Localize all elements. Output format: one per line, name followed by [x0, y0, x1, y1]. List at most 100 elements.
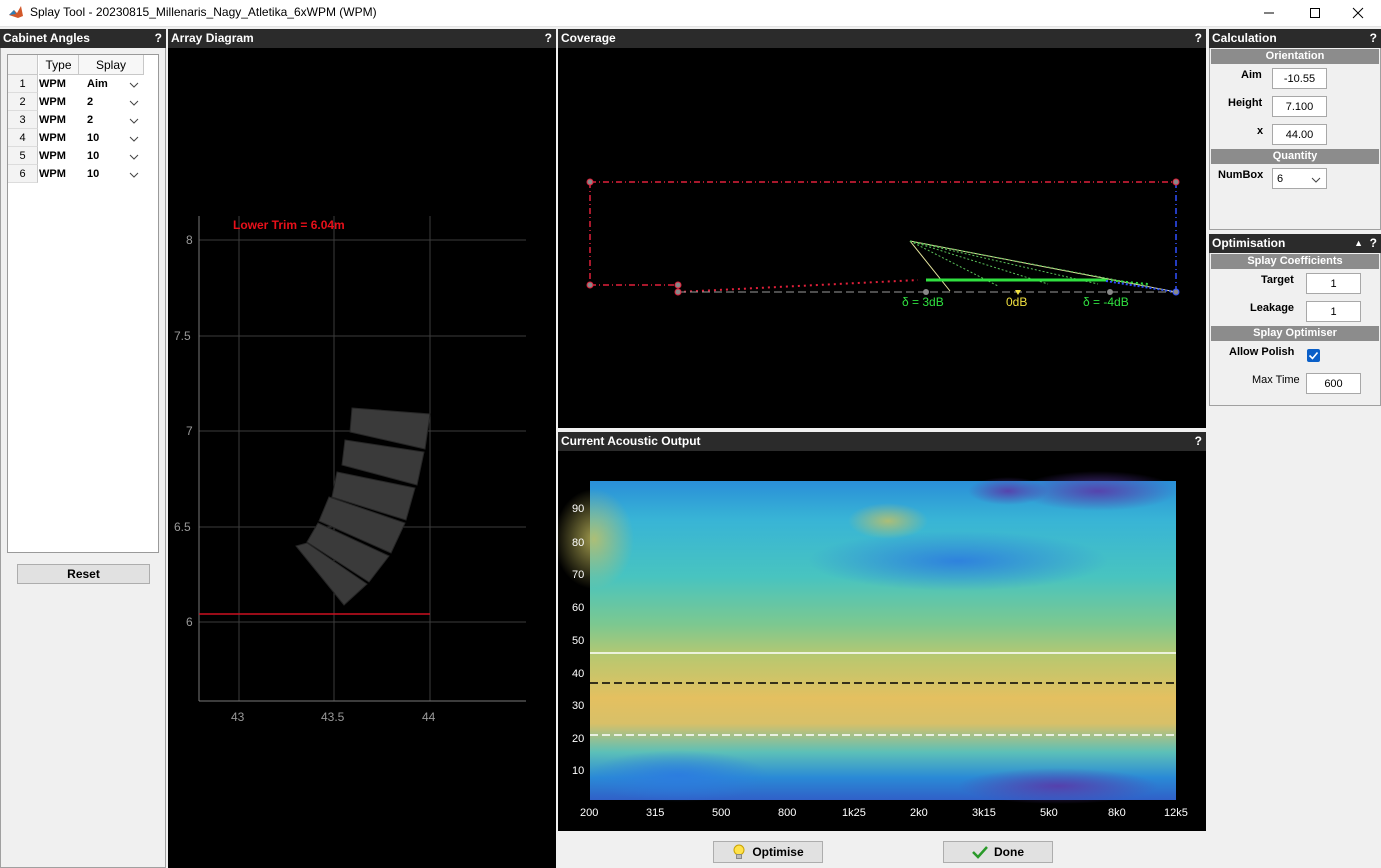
array-diagram-header: Array Diagram ?	[168, 29, 556, 48]
minimize-button[interactable]	[1246, 0, 1292, 26]
y-tick-label: 7	[186, 424, 193, 438]
target-input[interactable]: 1	[1306, 273, 1361, 294]
x-tick-label: 5k0	[1040, 807, 1058, 819]
close-button[interactable]	[1335, 0, 1381, 26]
optimisation-title: Optimisation	[1212, 236, 1286, 250]
x-tick-label: 2k0	[910, 807, 928, 819]
splay-optimiser-header: Splay Optimiser	[1211, 326, 1379, 341]
column-header-type[interactable]: Type	[39, 55, 79, 75]
x-input[interactable]: 44.00	[1272, 124, 1327, 145]
coverage-rays	[909, 240, 1177, 293]
help-icon[interactable]: ?	[1370, 29, 1377, 48]
numbox-value: 6	[1277, 173, 1284, 185]
row-number: 4	[8, 129, 38, 147]
optimise-label: Optimise	[752, 845, 804, 859]
cabinet-type: WPM	[39, 114, 66, 126]
x-tick-label: 44	[422, 710, 436, 724]
table-row[interactable]: 5 WPM 10	[8, 147, 144, 165]
y-tick-label: 8	[186, 233, 193, 247]
aim-input[interactable]: -10.55	[1272, 68, 1327, 89]
allow-polish-label: Allow Polish	[1229, 346, 1295, 358]
allow-polish-checkbox[interactable]	[1307, 349, 1320, 362]
matlab-app-icon	[8, 4, 24, 20]
max-time-input[interactable]: 600	[1306, 373, 1361, 394]
help-icon[interactable]: ?	[1195, 29, 1202, 48]
splay-value: 10	[87, 168, 100, 180]
y-tick-label: 90	[572, 503, 585, 515]
calculation-header: Calculation ?	[1209, 29, 1381, 48]
orientation-header: Orientation	[1211, 49, 1379, 64]
y-tick-label: 80	[572, 537, 585, 549]
help-icon[interactable]: ?	[545, 29, 552, 48]
column-header-splay[interactable]: Splay	[79, 55, 144, 75]
y-tick-label: 6	[186, 615, 193, 629]
x-tick-label: 43	[231, 710, 245, 724]
target-label: Target	[1261, 274, 1294, 286]
y-tick-label: 10	[572, 765, 585, 777]
table-row[interactable]: 1 WPM Aim	[8, 75, 144, 93]
quantity-header: Quantity	[1211, 149, 1379, 164]
cabinet-type: WPM	[39, 96, 66, 108]
y-tick-label: 50	[572, 635, 585, 647]
chevron-down-icon	[129, 136, 139, 142]
minimize-icon	[1264, 12, 1274, 14]
table-row[interactable]: 3 WPM 2	[8, 111, 144, 129]
cabinet-type: WPM	[39, 168, 66, 180]
cabinet-angles-table[interactable]: Type Splay 1 WPM Aim 2 WPM 2 3 WPM 2 4 WPM 10 5 WPM 10…	[7, 54, 159, 553]
cabinet-shapes	[295, 407, 431, 606]
height-label: Height	[1228, 97, 1263, 109]
done-button[interactable]: Done	[943, 841, 1053, 863]
help-icon[interactable]: ?	[1195, 432, 1202, 451]
calculation-title: Calculation	[1212, 31, 1277, 45]
y-tick-label: 20	[572, 733, 585, 745]
chevron-down-icon	[1311, 177, 1321, 183]
table-row[interactable]: 2 WPM 2	[8, 93, 144, 111]
x-tick-label: 315	[646, 807, 665, 819]
cabinet-type: WPM	[39, 132, 66, 144]
title-bar: Splay Tool - 20230815_Millenaris_Nagy_At…	[0, 0, 1381, 27]
table-row[interactable]: 4 WPM 10	[8, 129, 144, 147]
cabinet-angles-header: Cabinet Angles ?	[0, 29, 166, 48]
row-number: 1	[8, 75, 38, 93]
y-tick-label: 70	[572, 569, 585, 581]
x-label: x	[1257, 125, 1264, 137]
splay-value: 2	[87, 114, 94, 126]
table-corner	[8, 55, 38, 75]
coverage-title: Coverage	[561, 31, 616, 45]
row-number: 5	[8, 147, 38, 165]
help-icon[interactable]: ?	[1370, 234, 1377, 253]
row-number: 6	[8, 165, 38, 183]
x-tick-label: 800	[778, 807, 797, 819]
leakage-label: Leakage	[1250, 302, 1295, 314]
x-tick-label: 1k25	[842, 807, 866, 819]
chevron-down-icon	[129, 154, 139, 160]
splay-coefficients-header: Splay Coefficients	[1211, 254, 1379, 269]
acoustic-output-canvas[interactable]: 90 80 70 60 50 40 30 20 10 200 315 500 8…	[558, 451, 1206, 831]
help-icon[interactable]: ?	[155, 29, 162, 48]
label-0db: 0dB	[1006, 295, 1028, 309]
table-row[interactable]: 6 WPM 10	[8, 165, 144, 183]
x-tick-label: 12k5	[1164, 807, 1188, 819]
y-tick-label: 7.5	[174, 329, 191, 343]
done-label: Done	[994, 845, 1024, 859]
label-3db: δ = 3dB	[902, 295, 944, 309]
audience-slope	[677, 279, 919, 293]
numbox-select[interactable]: 6	[1272, 168, 1327, 189]
splay-value: 10	[87, 150, 100, 162]
coverage-canvas[interactable]: δ = 3dB 0dB δ = -4dB	[558, 48, 1206, 428]
array-diagram-canvas[interactable]: Lower Trim = 6.04m 8 7.5 7 6.5 6 43 43.5…	[168, 48, 556, 868]
cabinet-type: WPM	[39, 78, 66, 90]
label-m4db: δ = -4dB	[1083, 295, 1129, 309]
maximize-button[interactable]	[1292, 0, 1338, 26]
y-tick-label: 6.5	[174, 520, 191, 534]
acoustic-output-header: Current Acoustic Output ?	[558, 432, 1206, 451]
leakage-input[interactable]: 1	[1306, 301, 1361, 322]
optimise-button[interactable]: Optimise	[713, 841, 823, 863]
coverage-header: Coverage ?	[558, 29, 1206, 48]
collapse-icon[interactable]: ▲	[1354, 234, 1363, 253]
row-number: 2	[8, 93, 38, 111]
reset-button[interactable]: Reset	[17, 564, 150, 584]
x-tick-label: 43.5	[321, 710, 345, 724]
acoustic-output-title: Current Acoustic Output	[561, 434, 701, 448]
height-input[interactable]: 7.100	[1272, 96, 1327, 117]
